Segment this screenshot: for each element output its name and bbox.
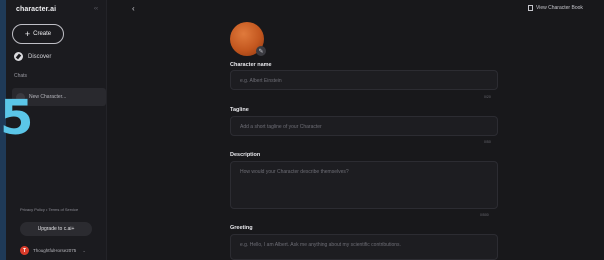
view-book-label: View Character Book — [536, 5, 583, 11]
back-arrow-icon[interactable]: ‹ — [132, 4, 135, 13]
collapse-sidebar-icon[interactable]: ‹‹ — [94, 6, 98, 12]
user-menu[interactable]: T ThoughtfulHorse2075 ⌄ — [20, 246, 86, 255]
chats-heading: Chats — [14, 73, 28, 79]
chevron-down-icon: ⌄ — [82, 247, 87, 253]
character-avatar-upload[interactable]: ✎ — [230, 22, 266, 58]
compass-icon — [14, 52, 23, 61]
description-label: Description — [230, 152, 261, 158]
character-name-counter: 0/20 — [484, 95, 491, 99]
discover-nav-item[interactable]: Discover — [14, 52, 51, 61]
character-name-input[interactable]: e.g. Albert Einstein — [230, 70, 498, 90]
upgrade-button[interactable]: Upgrade to c.ai+ — [20, 222, 92, 236]
greeting-label: Greeting — [230, 225, 253, 231]
chat-item-label: New Character... — [29, 94, 67, 100]
step-number-overlay: 5 — [0, 90, 34, 146]
character-name-label: Character name — [230, 62, 272, 68]
tagline-counter: 0/50 — [484, 140, 491, 144]
user-name: ThoughtfulHorse2075 — [33, 248, 77, 253]
user-avatar: T — [20, 246, 29, 255]
create-button[interactable]: + Create — [12, 24, 64, 44]
create-label: Create — [33, 31, 52, 37]
description-input[interactable]: How would your Character describe themse… — [230, 161, 498, 209]
tagline-input[interactable]: Add a short tagline of your Character — [230, 116, 498, 136]
description-counter: 0/500 — [480, 213, 489, 217]
greeting-input[interactable]: e.g. Hello, I am Albert. Ask me anything… — [230, 234, 498, 260]
brand-logo[interactable]: character.ai — [16, 6, 56, 13]
view-character-book-button[interactable]: View Character Book — [528, 5, 583, 11]
pencil-icon[interactable]: ✎ — [256, 46, 266, 56]
book-icon — [528, 5, 533, 11]
tagline-label: Tagline — [230, 107, 249, 113]
app-window: character.ai ‹‹ + Create Discover Chats … — [6, 0, 604, 260]
plus-icon: + — [24, 28, 31, 39]
discover-label: Discover — [28, 53, 52, 60]
footer-links[interactable]: Privacy Policy • Terms of Service — [20, 207, 78, 212]
